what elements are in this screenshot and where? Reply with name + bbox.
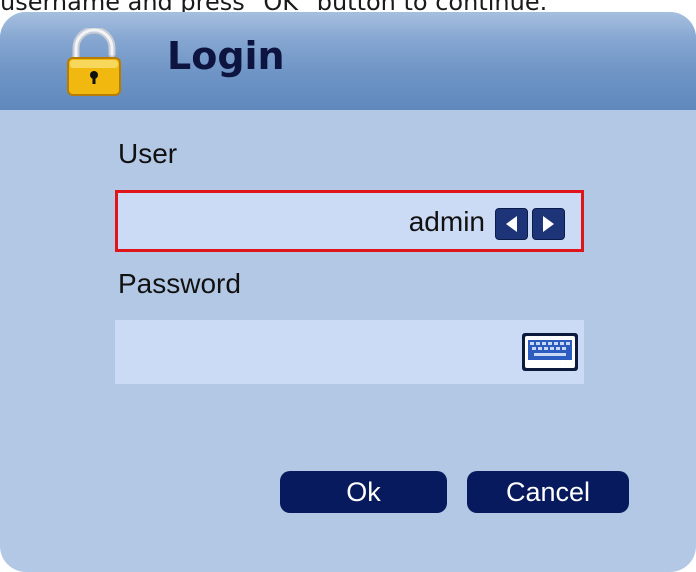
ok-button[interactable]: Ok bbox=[280, 471, 447, 513]
password-field[interactable] bbox=[115, 320, 584, 384]
user-value: admin bbox=[408, 206, 485, 237]
dialog-title: Login bbox=[167, 34, 285, 78]
user-select-field[interactable]: admin bbox=[115, 190, 584, 252]
lock-icon bbox=[66, 26, 122, 96]
arrow-left-icon[interactable] bbox=[495, 208, 528, 240]
cancel-button[interactable]: Cancel bbox=[467, 471, 629, 513]
user-label: User bbox=[118, 138, 178, 169]
arrow-right-icon[interactable] bbox=[532, 208, 565, 240]
keyboard-icon[interactable] bbox=[521, 332, 579, 372]
dialog-title-bar: Login bbox=[0, 12, 696, 110]
password-label: Password bbox=[118, 268, 241, 299]
login-dialog: Login User admin Password Ok Cancel bbox=[0, 12, 696, 572]
